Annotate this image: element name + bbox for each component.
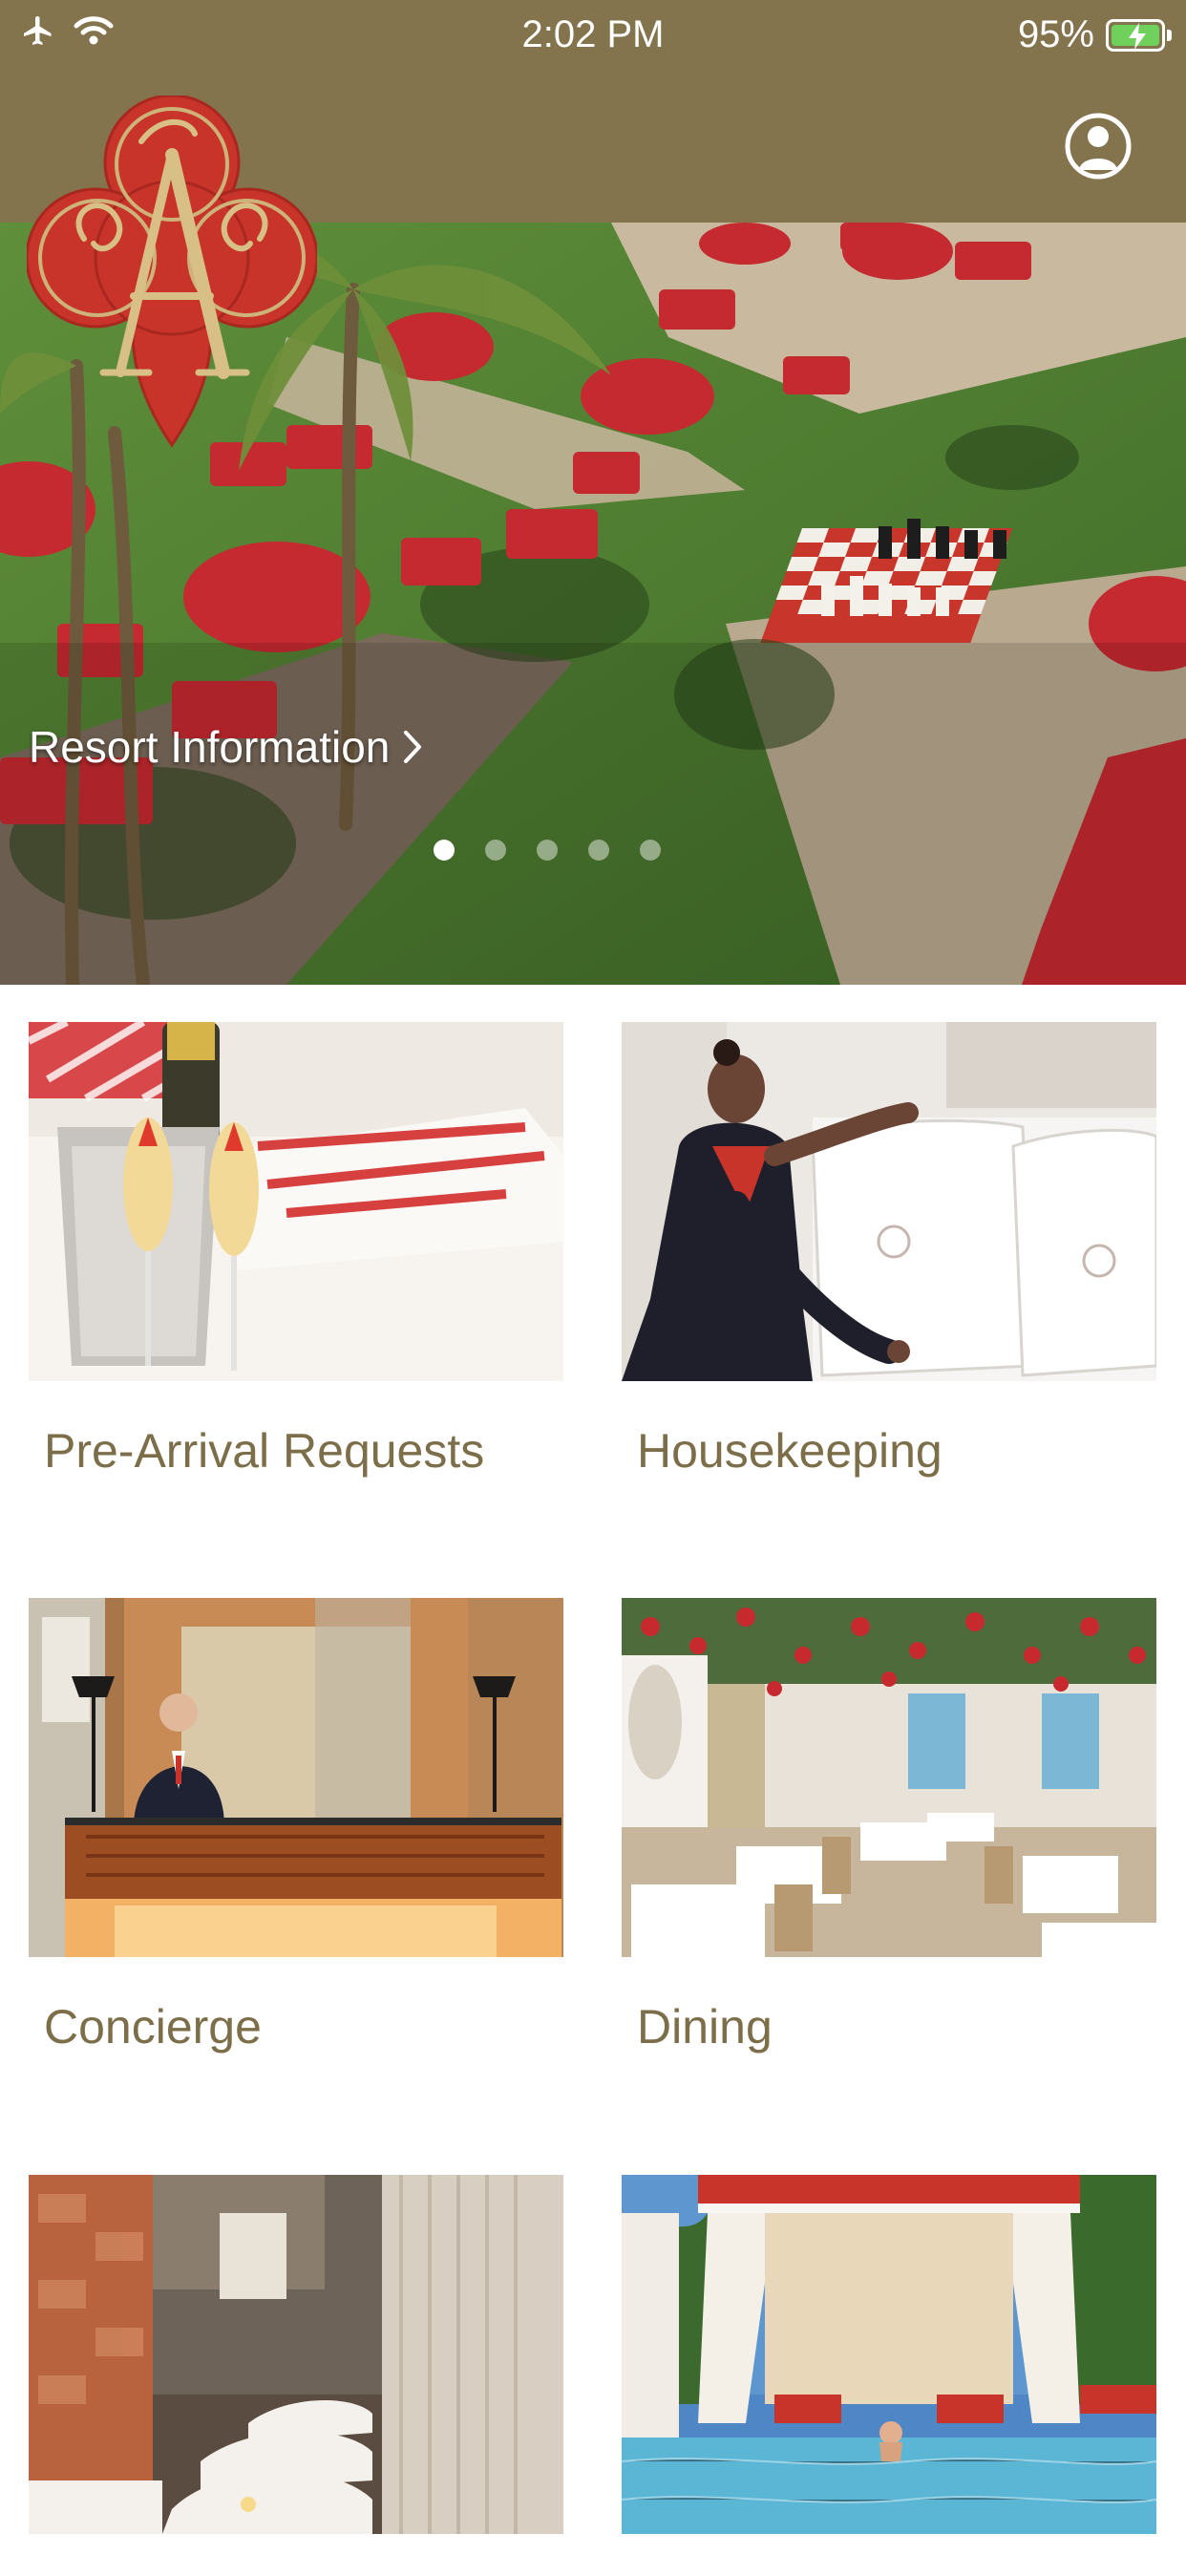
- champagne-and-bed-photo: [29, 1022, 563, 1381]
- profile-button[interactable]: [1064, 105, 1133, 187]
- battery-percent: 95%: [1017, 13, 1094, 55]
- carousel-dot-1[interactable]: [434, 840, 455, 861]
- tile-label: Pre-Arrival Requests: [44, 1424, 485, 1478]
- carousel-dot-2[interactable]: [485, 840, 506, 861]
- status-time: 2:02 PM: [521, 13, 665, 55]
- tile-label: Dining: [637, 2000, 773, 2054]
- tile-pre-arrival-requests[interactable]: Pre-Arrival Requests: [29, 1022, 563, 1479]
- tile-label: Concierge: [44, 2000, 262, 2054]
- carousel-dot-3[interactable]: [537, 840, 558, 861]
- dining-room-photo: [622, 1598, 1156, 1957]
- battery-icon: [1106, 18, 1172, 52]
- carousel-dot-4[interactable]: [588, 840, 609, 861]
- concierge-desk-photo: [29, 1598, 563, 1957]
- carousel-dot-5[interactable]: [640, 840, 661, 861]
- resort-crest-logo: [25, 94, 319, 449]
- housekeeper-making-bed-photo: [622, 1022, 1156, 1381]
- tile-spa[interactable]: [29, 2175, 563, 2576]
- resort-information-link[interactable]: Resort Information: [29, 721, 422, 773]
- tile-concierge[interactable]: Concierge: [29, 1598, 563, 2054]
- pool-cabana-photo: [622, 2175, 1156, 2534]
- carousel-page-indicator[interactable]: [0, 840, 1140, 861]
- tile-label: Housekeeping: [637, 1424, 942, 1478]
- resort-information-label: Resort Information: [29, 722, 391, 772]
- tile-pool[interactable]: [622, 2175, 1156, 2576]
- status-bar: 2:02 PM 95%: [0, 0, 1186, 75]
- tile-housekeeping[interactable]: Housekeeping: [622, 1022, 1156, 1479]
- user-circle-icon: [1065, 113, 1132, 180]
- tile-dining[interactable]: Dining: [622, 1598, 1156, 2054]
- spa-lounge-photo: [29, 2175, 563, 2534]
- chevron-right-icon: [404, 731, 422, 763]
